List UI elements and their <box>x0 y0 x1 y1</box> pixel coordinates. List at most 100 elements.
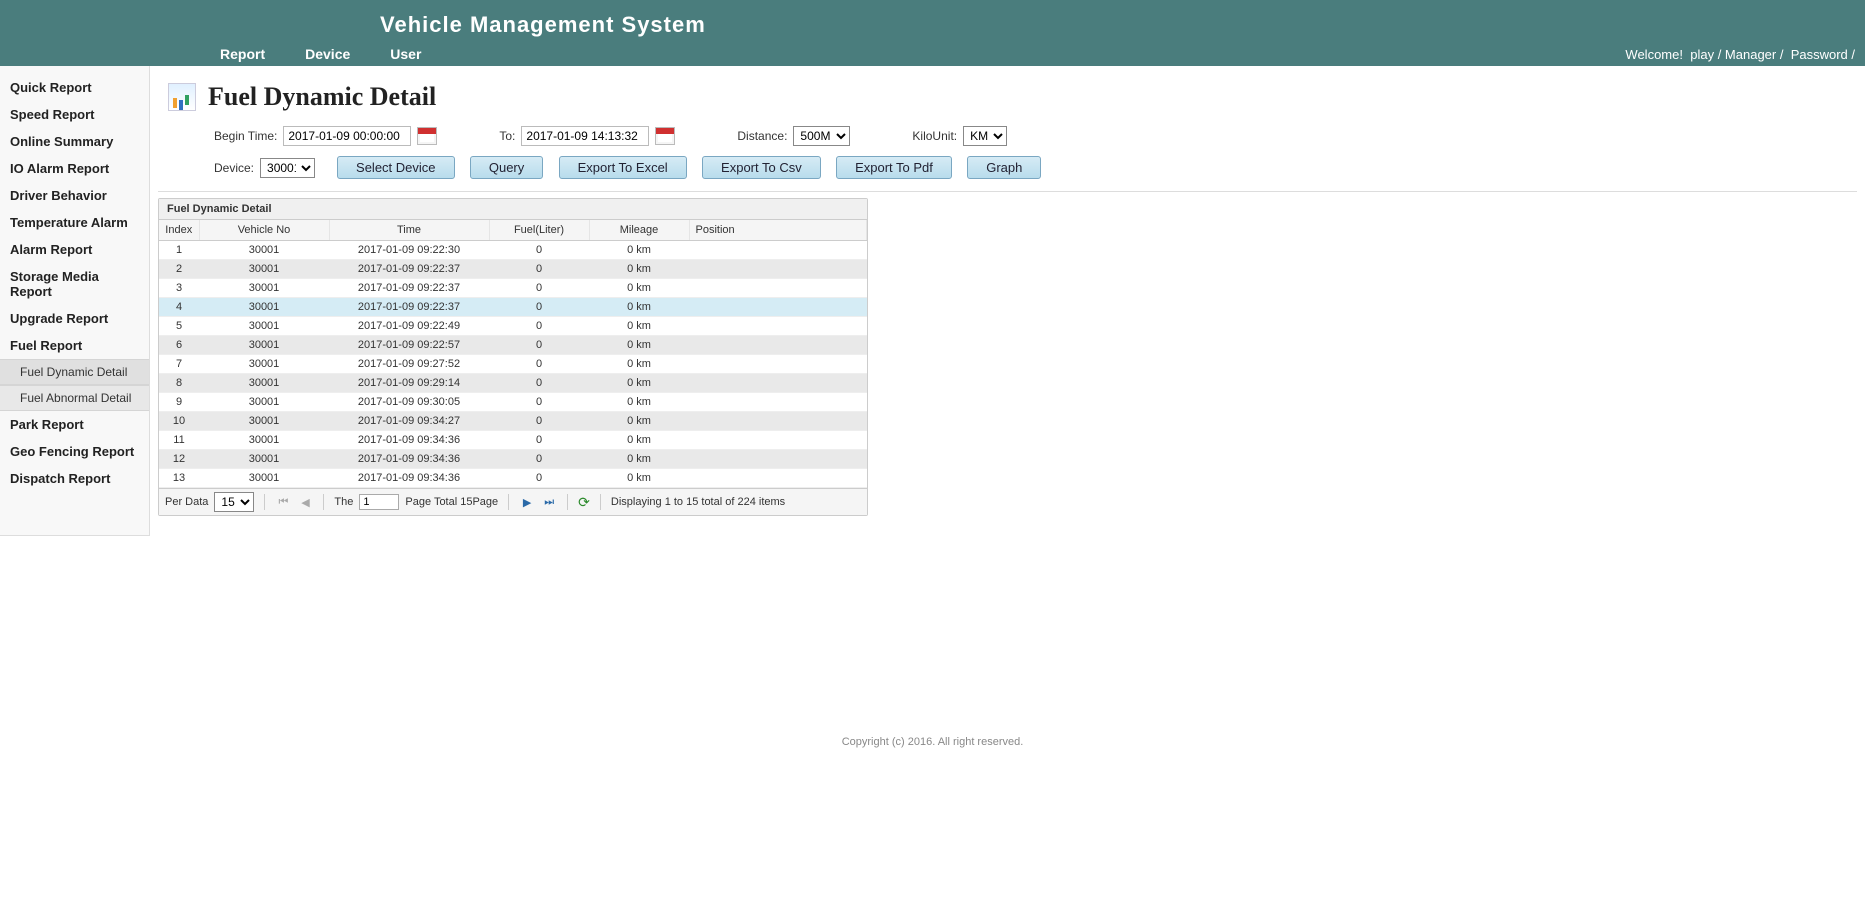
cell: 30001 <box>199 336 329 355</box>
cell: 2017-01-09 09:34:36 <box>329 431 489 450</box>
sidebar-item[interactable]: IO Alarm Report <box>0 155 149 182</box>
col-time[interactable]: Time <box>329 220 489 241</box>
grid-header-row: Index Vehicle No Time Fuel(Liter) Mileag… <box>159 220 867 241</box>
query-button[interactable]: Query <box>470 156 543 179</box>
next-page-icon[interactable]: ▶ <box>519 494 535 510</box>
cell: 0 km <box>589 374 689 393</box>
table-row[interactable]: 4300012017-01-09 09:22:3700 km <box>159 298 867 317</box>
the-label: The <box>334 496 353 508</box>
nav-device[interactable]: Device <box>305 46 350 62</box>
cell: 0 <box>489 336 589 355</box>
export-pdf-button[interactable]: Export To Pdf <box>836 156 952 179</box>
nav-report[interactable]: Report <box>220 46 265 62</box>
sidebar-item[interactable]: Alarm Report <box>0 236 149 263</box>
table-row[interactable]: 9300012017-01-09 09:30:0500 km <box>159 393 867 412</box>
export-excel-button[interactable]: Export To Excel <box>559 156 687 179</box>
footer: Copyright (c) 2016. All right reserved. <box>0 716 1865 768</box>
cell: 0 km <box>589 279 689 298</box>
table-row[interactable]: 12300012017-01-09 09:34:3600 km <box>159 450 867 469</box>
sidebar-item[interactable]: Quick Report <box>0 74 149 101</box>
cell <box>689 393 867 412</box>
export-csv-button[interactable]: Export To Csv <box>702 156 821 179</box>
device-select[interactable]: 30001 <box>260 158 315 178</box>
nav-user[interactable]: User <box>390 46 421 62</box>
sidebar-item[interactable]: Fuel Report <box>0 332 149 359</box>
first-page-icon[interactable]: ⏮ <box>275 494 291 510</box>
cell: 30001 <box>199 279 329 298</box>
cell: 30001 <box>199 412 329 431</box>
cell: 2017-01-09 09:34:36 <box>329 450 489 469</box>
cell: 12 <box>159 450 199 469</box>
col-fuel[interactable]: Fuel(Liter) <box>489 220 589 241</box>
sidebar-item[interactable]: Upgrade Report <box>0 305 149 332</box>
col-index[interactable]: Index <box>159 220 199 241</box>
cell: 2017-01-09 09:34:36 <box>329 469 489 488</box>
to-time-input[interactable] <box>521 126 649 146</box>
cell: 0 <box>489 469 589 488</box>
manager-link[interactable]: Manager <box>1725 47 1776 62</box>
distance-label: Distance: <box>737 129 787 143</box>
table-row[interactable]: 13300012017-01-09 09:34:3600 km <box>159 469 867 488</box>
sidebar-item[interactable]: Park Report <box>0 411 149 438</box>
table-row[interactable]: 3300012017-01-09 09:22:3700 km <box>159 279 867 298</box>
kilo-select[interactable]: KM <box>963 126 1007 146</box>
sidebar-item[interactable]: Driver Behavior <box>0 182 149 209</box>
pager-summary: Displaying 1 to 15 total of 224 items <box>611 496 785 508</box>
password-link[interactable]: Password <box>1791 47 1848 62</box>
table-row[interactable]: 6300012017-01-09 09:22:5700 km <box>159 336 867 355</box>
grid-scroll[interactable]: Index Vehicle No Time Fuel(Liter) Mileag… <box>159 220 867 488</box>
table-row[interactable]: 8300012017-01-09 09:29:1400 km <box>159 374 867 393</box>
table-row[interactable]: 7300012017-01-09 09:27:5200 km <box>159 355 867 374</box>
page-head: Fuel Dynamic Detail <box>158 74 1857 122</box>
header-nav-right: Welcome! play / Manager / Password / <box>1625 47 1865 62</box>
sidebar-item[interactable]: Online Summary <box>0 128 149 155</box>
sidebar-item[interactable]: Geo Fencing Report <box>0 438 149 465</box>
sidebar-item[interactable]: Dispatch Report <box>0 465 149 492</box>
cell: 0 km <box>589 469 689 488</box>
sidebar-item[interactable]: Storage Media Report <box>0 263 149 305</box>
select-device-button[interactable]: Select Device <box>337 156 454 179</box>
last-page-icon[interactable]: ⏭ <box>541 494 557 510</box>
cell: 0 km <box>589 412 689 431</box>
cell: 7 <box>159 355 199 374</box>
cell: 2017-01-09 09:22:37 <box>329 298 489 317</box>
begin-calendar-icon[interactable] <box>417 127 437 145</box>
cell: 0 <box>489 241 589 260</box>
sidebar-item[interactable]: Speed Report <box>0 101 149 128</box>
table-row[interactable]: 11300012017-01-09 09:34:3600 km <box>159 431 867 450</box>
cell: 0 km <box>589 298 689 317</box>
refresh-icon[interactable]: ⟳ <box>578 494 590 511</box>
sidebar-item[interactable]: Temperature Alarm <box>0 209 149 236</box>
col-mileage[interactable]: Mileage <box>589 220 689 241</box>
graph-button[interactable]: Graph <box>967 156 1041 179</box>
col-vehicle[interactable]: Vehicle No <box>199 220 329 241</box>
per-data-select[interactable]: 15 <box>214 492 254 512</box>
prev-page-icon[interactable]: ◀ <box>297 494 313 510</box>
sidebar-sub-item[interactable]: Fuel Abnormal Detail <box>0 385 149 411</box>
cell: 0 km <box>589 317 689 336</box>
header-nav: Report Device User Welcome! play / Manag… <box>0 46 1865 66</box>
begin-time-input[interactable] <box>283 126 411 146</box>
app-title: Vehicle Management System <box>0 0 1865 46</box>
header-nav-left: Report Device User <box>0 46 421 62</box>
cell: 0 <box>489 393 589 412</box>
cell: 0 km <box>589 450 689 469</box>
table-row[interactable]: 1300012017-01-09 09:22:3000 km <box>159 241 867 260</box>
page-number-input[interactable] <box>359 494 399 510</box>
cell: 0 km <box>589 431 689 450</box>
table-row[interactable]: 10300012017-01-09 09:34:2700 km <box>159 412 867 431</box>
cell: 4 <box>159 298 199 317</box>
to-calendar-icon[interactable] <box>655 127 675 145</box>
page-title: Fuel Dynamic Detail <box>208 82 436 112</box>
cell: 30001 <box>199 241 329 260</box>
grid-title: Fuel Dynamic Detail <box>159 199 867 220</box>
cell: 0 <box>489 355 589 374</box>
col-position[interactable]: Position <box>689 220 867 241</box>
table-row[interactable]: 2300012017-01-09 09:22:3700 km <box>159 260 867 279</box>
filter-row-2: Device: 30001 Select Device Query Export… <box>158 152 1857 185</box>
distance-select[interactable]: 500M <box>793 126 850 146</box>
table-row[interactable]: 5300012017-01-09 09:22:4900 km <box>159 317 867 336</box>
sidebar-sub-item[interactable]: Fuel Dynamic Detail <box>0 359 149 385</box>
cell: 0 <box>489 374 589 393</box>
cell <box>689 374 867 393</box>
